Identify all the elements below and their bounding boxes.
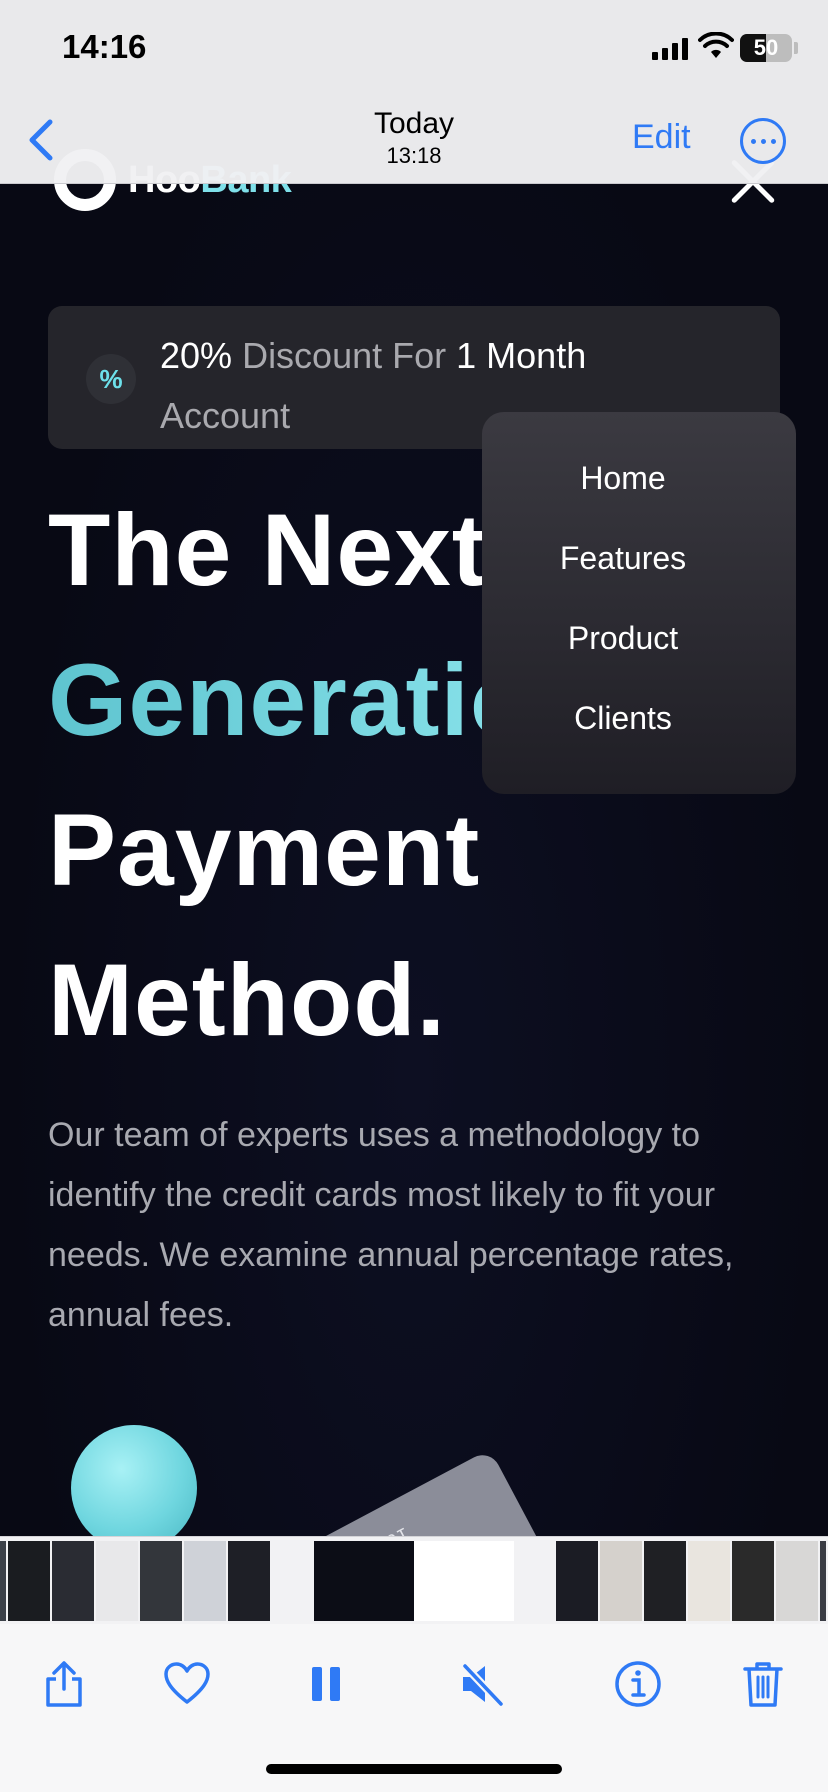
speaker-muted-icon[interactable] bbox=[452, 1654, 512, 1714]
thumbnail[interactable] bbox=[52, 1541, 94, 1621]
photo-content: HooBank % 20% Discount For 1 Month Accou… bbox=[0, 0, 828, 1536]
thumbnail[interactable] bbox=[140, 1541, 182, 1621]
discount-percent-icon: % bbox=[86, 354, 136, 404]
info-icon[interactable] bbox=[608, 1654, 668, 1714]
thumbnail[interactable] bbox=[0, 1541, 6, 1621]
chevron-left-icon[interactable] bbox=[22, 116, 62, 164]
thumbnail-strip[interactable] bbox=[0, 1536, 828, 1624]
promo-duration: 1 Month bbox=[456, 335, 587, 376]
status-time: 14:16 bbox=[62, 28, 147, 65]
menu-item-features[interactable]: Features bbox=[482, 538, 796, 618]
thumbnail[interactable] bbox=[556, 1541, 598, 1621]
thumbnail[interactable] bbox=[600, 1541, 642, 1621]
heart-icon[interactable] bbox=[157, 1654, 217, 1714]
promo-tail: Account bbox=[160, 395, 291, 436]
decorative-orb bbox=[71, 1425, 197, 1536]
photo-time: 13:18 bbox=[386, 143, 442, 168]
menu-item-home[interactable]: Home bbox=[482, 458, 796, 538]
edit-button[interactable]: Edit bbox=[632, 118, 691, 157]
thumbnail[interactable] bbox=[688, 1541, 730, 1621]
thumbnail[interactable] bbox=[820, 1541, 826, 1621]
thumbnail[interactable] bbox=[8, 1541, 50, 1621]
thumbnail[interactable] bbox=[228, 1541, 270, 1621]
promo-middle: Discount For bbox=[232, 335, 457, 376]
pause-icon[interactable] bbox=[296, 1654, 356, 1714]
trash-icon[interactable] bbox=[733, 1654, 793, 1714]
wifi-icon bbox=[698, 32, 734, 58]
thumbnail-selected[interactable] bbox=[314, 1541, 514, 1621]
hero-line-3: Payment bbox=[48, 793, 481, 907]
menu-item-product[interactable]: Product bbox=[482, 618, 796, 698]
thumbnail[interactable] bbox=[96, 1541, 138, 1621]
battery-icon: 50 bbox=[740, 34, 792, 62]
photo-date-title: Today 13:18 bbox=[314, 106, 514, 170]
dropdown-menu: Home Features Product Clients bbox=[482, 412, 796, 794]
thumbnail[interactable] bbox=[732, 1541, 774, 1621]
ellipsis-circle-icon[interactable] bbox=[740, 118, 786, 164]
promo-percent: 20% bbox=[160, 335, 233, 376]
card-number-fragment: 1833 bbox=[360, 1523, 412, 1536]
battery-cap bbox=[794, 42, 798, 54]
photo-date: Today bbox=[373, 107, 455, 140]
cellular-signal-icon bbox=[652, 36, 688, 60]
thumbnail[interactable] bbox=[644, 1541, 686, 1621]
credit-card-image: 1833 bbox=[304, 1448, 556, 1536]
hero-description: Our team of experts uses a methodology t… bbox=[48, 1116, 734, 1334]
thumbnail[interactable] bbox=[184, 1541, 226, 1621]
thumbnail[interactable] bbox=[776, 1541, 818, 1621]
share-icon[interactable] bbox=[34, 1654, 94, 1714]
photos-top-bar: 14:16 50 Today 13:18 Edit bbox=[0, 0, 828, 184]
photo-toolbar bbox=[0, 1624, 828, 1792]
battery-level: 50 bbox=[753, 35, 779, 60]
hero-line-4: Method. bbox=[48, 943, 446, 1057]
menu-item-clients[interactable]: Clients bbox=[482, 698, 796, 778]
home-indicator bbox=[266, 1764, 562, 1774]
